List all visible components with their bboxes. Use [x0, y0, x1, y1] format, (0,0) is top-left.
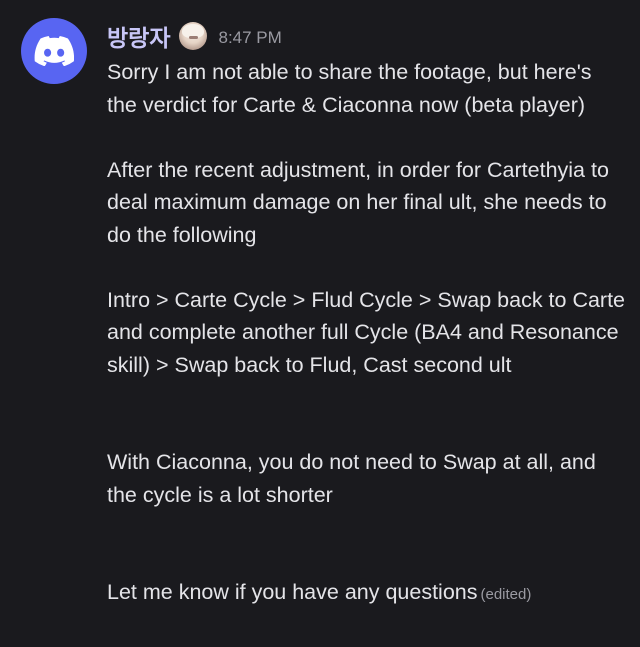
character-badge-icon — [179, 22, 208, 50]
message-header: 방랑자 8:47 PM — [107, 16, 282, 56]
message-paragraph: After the recent adjustment, in order fo… — [107, 157, 609, 247]
message-paragraph: With Ciaconna, you do not need to Swap a… — [107, 450, 596, 507]
message-last-line: Let me know if you have any questions (ed… — [107, 576, 627, 612]
message-paragraph: Intro > Carte Cycle > Flud Cycle > Swap … — [107, 287, 626, 377]
username[interactable]: 방랑자 — [107, 19, 170, 53]
timestamp: 8:47 PM — [218, 27, 282, 47]
edited-indicator: (edited) — [480, 586, 532, 603]
message-content: Sorry I am not able to share the footage… — [107, 56, 627, 612]
message-paragraph: Let me know if you have any questions — [107, 580, 478, 604]
message-paragraph: Sorry I am not able to share the footage… — [107, 60, 592, 117]
chat-message: 방랑자 8:47 PM Sorry I am not able to share… — [0, 0, 640, 647]
discord-logo-icon[interactable] — [21, 18, 87, 84]
